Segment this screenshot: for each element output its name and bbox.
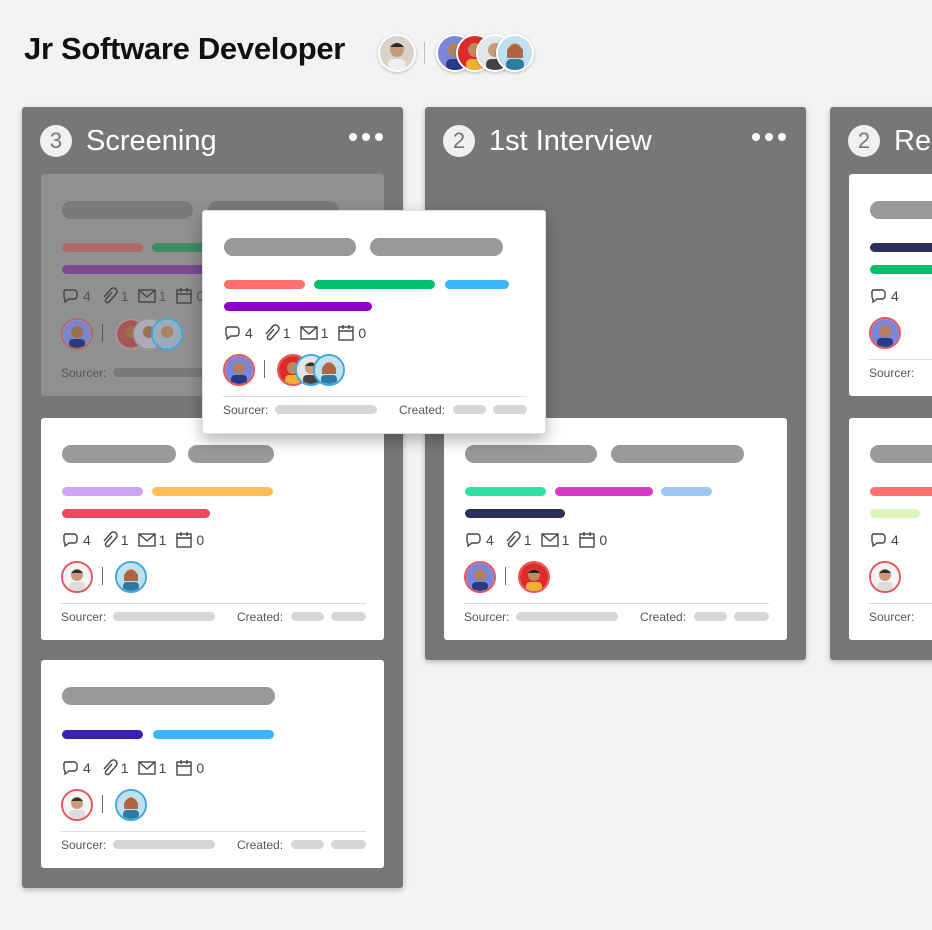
calendar-icon <box>579 532 596 548</box>
attachment-count: 1 <box>120 288 129 304</box>
event-count: 0 <box>358 325 367 341</box>
comment-count: 4 <box>486 532 494 548</box>
comment-count: 4 <box>245 325 253 341</box>
created-label: Created: <box>640 610 687 624</box>
column-count: 2 <box>443 125 475 157</box>
calendar-icon <box>338 325 355 341</box>
comment-count: 4 <box>83 532 91 548</box>
comment-icon <box>225 326 240 341</box>
person-avatar-icon[interactable] <box>464 561 496 593</box>
sourcer-label: Sourcer: <box>61 838 107 852</box>
attachment-count: 1 <box>282 325 291 341</box>
candidate-card[interactable]: 4 1 1 0 Sourcer: Created: <box>41 418 384 640</box>
email-count: 1 <box>158 532 167 548</box>
created-label: Created: <box>399 403 446 417</box>
created-label: Created: <box>237 610 284 624</box>
comment-count: 4 <box>891 288 899 304</box>
candidate-card[interactable]: 4 1 1 0 Sourcer: Created: <box>41 660 384 868</box>
column-title: Re <box>894 124 932 157</box>
person-avatar-icon[interactable] <box>518 561 550 593</box>
sourcer-label: Sourcer: <box>61 366 107 380</box>
person-avatar-icon[interactable] <box>869 317 901 349</box>
comment-count: 4 <box>891 532 899 548</box>
comment-icon <box>871 533 886 548</box>
person-avatar-icon[interactable] <box>313 354 345 386</box>
event-count: 0 <box>196 760 205 776</box>
calendar-icon <box>176 532 193 548</box>
person-avatar-icon[interactable] <box>496 34 534 72</box>
person-avatar-icon[interactable] <box>378 34 416 72</box>
paperclip-icon <box>103 759 118 776</box>
event-count: 0 <box>196 532 205 548</box>
sourcer-label: Sourcer: <box>223 403 269 417</box>
person-avatar-icon[interactable] <box>61 789 93 821</box>
mail-icon <box>299 326 318 340</box>
email-count: 1 <box>320 325 329 341</box>
paperclip-icon <box>103 287 118 304</box>
attachment-count: 1 <box>120 760 129 776</box>
candidate-card[interactable]: 4 1 1 0 Sourcer: Created: <box>444 418 787 640</box>
comment-icon <box>466 533 481 548</box>
person-avatar-icon[interactable] <box>61 318 93 350</box>
paperclip-icon <box>506 531 521 548</box>
email-count: 1 <box>561 532 570 548</box>
sourcer-label: Sourcer: <box>869 610 915 624</box>
more-horizontal-icon[interactable] <box>349 133 383 141</box>
person-avatar-icon[interactable] <box>115 561 147 593</box>
comment-count: 4 <box>83 288 91 304</box>
sourcer-label: Sourcer: <box>61 610 107 624</box>
more-horizontal-icon[interactable] <box>752 133 786 141</box>
mail-icon <box>137 533 156 547</box>
paperclip-icon <box>265 324 280 341</box>
mail-icon <box>137 761 156 775</box>
calendar-icon <box>176 288 193 304</box>
mail-icon <box>137 289 156 303</box>
candidate-card[interactable]: 4 Sourcer: <box>849 174 932 396</box>
paperclip-icon <box>103 531 118 548</box>
mail-icon <box>540 533 559 547</box>
candidate-card-dragging[interactable]: 4 1 1 0 Sourcer: Created: <box>202 210 546 434</box>
event-count: 0 <box>599 532 608 548</box>
comment-count: 4 <box>83 760 91 776</box>
email-count: 1 <box>158 760 167 776</box>
comment-icon <box>63 533 78 548</box>
person-avatar-icon[interactable] <box>115 789 147 821</box>
column-count: 3 <box>40 125 72 157</box>
attachment-count: 1 <box>523 532 532 548</box>
page-title: Jr Software Developer <box>24 31 346 66</box>
comment-icon <box>63 289 78 304</box>
person-avatar-icon[interactable] <box>151 318 183 350</box>
calendar-icon <box>176 760 193 776</box>
created-label: Created: <box>237 838 284 852</box>
sourcer-label: Sourcer: <box>464 610 510 624</box>
comment-icon <box>63 761 78 776</box>
column-title: 1st Interview <box>489 124 652 157</box>
column-title: Screening <box>86 124 217 157</box>
person-avatar-icon[interactable] <box>223 354 255 386</box>
attachment-count: 1 <box>120 532 129 548</box>
column-count: 2 <box>848 125 880 157</box>
sourcer-label: Sourcer: <box>869 366 915 380</box>
person-avatar-icon[interactable] <box>61 561 93 593</box>
comment-icon <box>871 289 886 304</box>
email-count: 1 <box>158 288 167 304</box>
person-avatar-icon[interactable] <box>869 561 901 593</box>
candidate-card[interactable]: 4 Sourcer: <box>849 418 932 640</box>
